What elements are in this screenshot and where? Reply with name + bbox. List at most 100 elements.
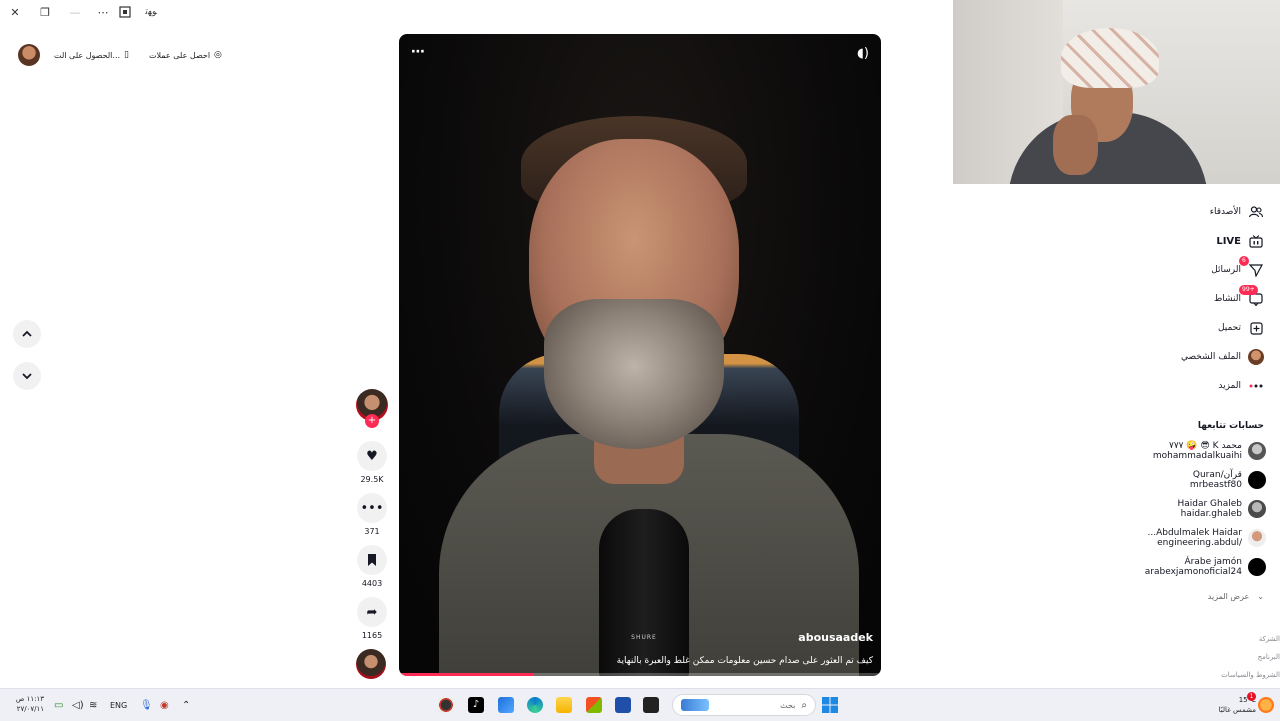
bookmark-icon[interactable] xyxy=(357,545,387,575)
following-item[interactable]: Árabe jamón arabexjamonoficial24 xyxy=(1145,557,1266,577)
battery-icon[interactable]: ▭ xyxy=(54,696,63,714)
nav-label: LIVE xyxy=(1216,235,1241,247)
live-icon xyxy=(1247,232,1265,250)
more-options-icon[interactable]: ⋯ xyxy=(94,3,112,21)
nav-activity[interactable]: 99+ النشاط xyxy=(1214,285,1265,308)
file-explorer-icon[interactable] xyxy=(556,697,572,713)
profile-icon xyxy=(1247,348,1265,366)
share-action[interactable]: ➦ 1165 xyxy=(356,597,388,640)
user-avatar[interactable] xyxy=(18,44,40,66)
video-progress-bar[interactable] xyxy=(399,673,881,676)
like-action[interactable]: ♥ 29.5K xyxy=(356,441,388,484)
nav-messages[interactable]: 6 الرسائل xyxy=(1211,256,1265,279)
upload-icon xyxy=(1247,319,1265,337)
save-action[interactable]: 4403 xyxy=(356,545,388,588)
following-name: Árabe jamón xyxy=(1184,557,1242,567)
record-icon[interactable]: ◉ xyxy=(160,696,169,714)
footer-links: الشركة البرنامج الشروط والسياسات xyxy=(1221,630,1280,684)
microphone-icon[interactable]: 🎙 xyxy=(140,696,153,714)
following-avatar xyxy=(1248,471,1266,489)
nav-more[interactable]: المزيد xyxy=(1218,377,1265,395)
start-button[interactable] xyxy=(822,696,838,714)
following-title: حسابات تتابعها xyxy=(1197,421,1264,431)
notification-badge: 1 xyxy=(1247,692,1256,701)
video-author[interactable]: abousaadek xyxy=(798,631,873,644)
following-name: قرآن/Quran xyxy=(1192,470,1242,480)
video-player[interactable]: SHURE ⋯ ◖) abousaadek كيف تم العثور على … xyxy=(399,34,881,676)
nav-label: الأصدقاء xyxy=(1209,207,1241,217)
minimize-icon[interactable]: — xyxy=(66,3,84,21)
store-app-icon[interactable] xyxy=(586,697,602,713)
following-username: mrbeastf80 xyxy=(1189,480,1242,490)
following-item[interactable]: Haidar Ghaleb haidar.ghaleb xyxy=(1177,499,1266,519)
footer-link[interactable]: الشروط والسياسات xyxy=(1221,666,1280,684)
comment-count: 371 xyxy=(364,527,380,536)
terminal-icon[interactable] xyxy=(643,697,659,713)
restore-icon[interactable]: ❐ xyxy=(36,3,54,21)
search-placeholder: بحث xyxy=(780,700,796,710)
get-coins-label: احصل على عملات xyxy=(149,50,211,60)
window-snap-icon[interactable] xyxy=(116,3,134,21)
share-count: 1165 xyxy=(361,631,383,640)
friends-icon xyxy=(1247,203,1265,221)
follow-plus-icon[interactable]: + xyxy=(365,414,379,428)
footer-link[interactable]: الشركة xyxy=(1221,630,1280,648)
nav-label: الملف الشخصي xyxy=(1181,352,1241,362)
creator-avatar[interactable]: + xyxy=(356,389,388,428)
see-more-button[interactable]: ⌄ عرض المزيد xyxy=(1208,592,1264,601)
taskbar-search[interactable]: بحث ⌕ xyxy=(672,694,816,716)
webcam-person-hand xyxy=(1053,115,1098,175)
top-actions: الحصول على الت... ▯ احصل على عملات ◎ xyxy=(18,44,228,66)
following-item[interactable]: محمد K 😎 🤪 ٧٧٧ mohammadalkuaihi xyxy=(1153,441,1266,461)
get-coins-button[interactable]: احصل على عملات ◎ xyxy=(143,50,228,60)
tiktok-app-icon[interactable]: ♪ xyxy=(468,697,484,713)
sound-icon[interactable]: ◖) xyxy=(857,46,869,61)
video-frame-microphone xyxy=(599,509,689,676)
following-username: haidar.ghaleb xyxy=(1180,509,1242,519)
next-video-button[interactable] xyxy=(13,362,41,390)
video-more-icon[interactable]: ⋯ xyxy=(411,44,425,60)
volume-icon[interactable]: ◁) xyxy=(72,696,84,714)
following-avatar xyxy=(1248,500,1266,518)
wifi-icon[interactable]: ≋ xyxy=(89,696,97,714)
get-app-label: الحصول على الت... xyxy=(54,50,121,60)
footer-link[interactable]: البرنامج xyxy=(1221,648,1280,666)
following-username: engineering.abdul/ xyxy=(1157,538,1242,548)
search-icon: ⌕ xyxy=(801,699,807,711)
activity-icon: 99+ xyxy=(1239,285,1265,308)
sun-icon xyxy=(1258,697,1274,713)
music-disc-icon[interactable] xyxy=(356,649,386,679)
following-item[interactable]: Abdulmalek Haidar... engineering.abdul/ xyxy=(1148,528,1266,548)
heart-icon[interactable]: ♥ xyxy=(357,441,387,471)
app-icon[interactable] xyxy=(615,697,631,713)
weather-desc: مشمس غالبًا xyxy=(1218,706,1256,714)
outlook-app-icon[interactable] xyxy=(498,697,514,713)
close-icon[interactable]: ✕ xyxy=(6,3,24,21)
comment-action[interactable]: ••• 371 xyxy=(356,493,388,536)
following-username: mohammadalkuaihi xyxy=(1152,451,1242,461)
nav-profile[interactable]: الملف الشخصي xyxy=(1181,348,1265,366)
nav-live[interactable]: LIVE xyxy=(1216,232,1265,250)
edge-browser-icon[interactable] xyxy=(527,697,543,713)
chevron-down-icon xyxy=(22,373,32,380)
clock[interactable]: ١١:١٣ ص ٢٧/٠٧/١١ xyxy=(10,694,44,714)
get-app-button[interactable]: الحصول على الت... ▯ xyxy=(48,50,135,60)
following-name: محمد K 😎 🤪 ٧٧٧ xyxy=(1168,441,1242,451)
nav-upload[interactable]: تحميل xyxy=(1218,319,1265,337)
webcam-person-headwear xyxy=(1061,28,1159,88)
following-avatar xyxy=(1248,442,1266,460)
previous-video-button[interactable] xyxy=(13,320,41,348)
share-icon[interactable]: ➦ xyxy=(357,597,387,627)
action-bar: + ♥ 29.5K ••• 371 4403 ➦ 1165 xyxy=(356,389,388,679)
nav-friends[interactable]: الأصدقاء xyxy=(1210,203,1265,221)
following-item[interactable]: قرآن/Quran mrbeastf80 xyxy=(1190,470,1266,490)
following-name: Haidar Ghaleb xyxy=(1177,499,1242,509)
language-indicator[interactable]: ENG xyxy=(110,696,127,714)
nav-label: الرسائل xyxy=(1211,265,1241,275)
video-progress-fill xyxy=(399,673,534,676)
comment-icon[interactable]: ••• xyxy=(357,493,387,523)
recorder-app-icon[interactable] xyxy=(438,697,454,713)
following-avatar xyxy=(1248,558,1266,576)
mic-brand-label: SHURE xyxy=(631,634,657,641)
chevron-up-icon[interactable]: ⌃ xyxy=(182,696,190,714)
